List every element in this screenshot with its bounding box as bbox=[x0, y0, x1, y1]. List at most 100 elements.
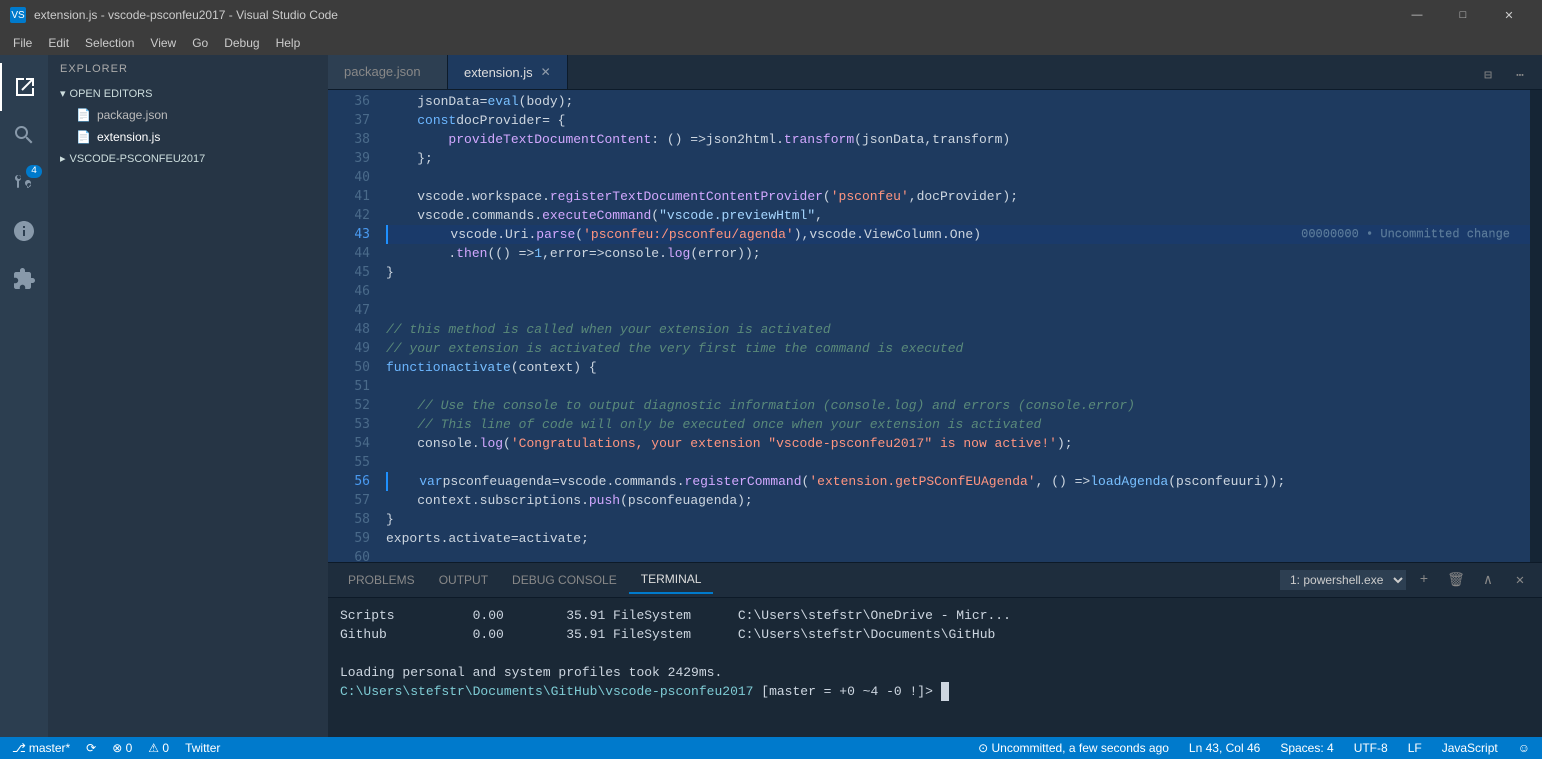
code-editor[interactable]: 36 37 38 39 40 41 42 43 44 45 46 47 48 4… bbox=[328, 90, 1542, 562]
activity-bar: 4 bbox=[0, 55, 48, 737]
tab-terminal[interactable]: TERMINAL bbox=[629, 566, 714, 594]
sidebar-item-label: extension.js bbox=[97, 130, 160, 144]
sidebar-item-extension-js[interactable]: 📄 extension.js bbox=[48, 126, 328, 148]
status-right: ⊙ Uncommitted, a few seconds ago Ln 43, … bbox=[974, 737, 1534, 759]
open-editors-header[interactable]: ▾ OPEN EDITORS bbox=[48, 83, 328, 104]
menu-help[interactable]: Help bbox=[268, 30, 309, 55]
terminal-line-1: Scripts 0.00 35.91 FileSystem C:\Users\s… bbox=[340, 606, 1530, 625]
terminal-select[interactable]: 1: powershell.exe bbox=[1280, 570, 1406, 590]
line-numbers: 36 37 38 39 40 41 42 43 44 45 46 47 48 4… bbox=[328, 90, 378, 562]
tab-label: extension.js bbox=[464, 65, 533, 80]
sync-status[interactable]: ⟳ bbox=[82, 737, 100, 759]
line-num-47: 47 bbox=[328, 301, 370, 320]
line-num-51: 51 bbox=[328, 377, 370, 396]
explorer-icon[interactable] bbox=[0, 63, 48, 111]
encoding-status[interactable]: UTF-8 bbox=[1350, 737, 1392, 759]
window-controls[interactable]: — □ ✕ bbox=[1394, 0, 1532, 30]
menu-file[interactable]: File bbox=[5, 30, 40, 55]
line-ending-label: LF bbox=[1408, 741, 1422, 755]
debug-icon[interactable] bbox=[0, 207, 48, 255]
menu-edit[interactable]: Edit bbox=[40, 30, 77, 55]
code-line-44: .then(() => 1, error => console.log(erro… bbox=[386, 244, 1530, 263]
close-button[interactable]: ✕ bbox=[1486, 0, 1532, 30]
status-left: ⎇ master* ⟳ ⊗ 0 ⚠ 0 Twitter bbox=[8, 737, 224, 759]
menu-view[interactable]: View bbox=[142, 30, 184, 55]
line-num-46: 46 bbox=[328, 282, 370, 301]
editor-area: package.json extension.js ✕ ⊟ ⋯ 36 37 38… bbox=[328, 55, 1542, 737]
menu-bar: File Edit Selection View Go Debug Help bbox=[0, 30, 1542, 55]
vscode-icon: VS bbox=[10, 7, 26, 23]
line-num-40: 40 bbox=[328, 168, 370, 187]
split-editor-button[interactable]: ⊟ bbox=[1474, 61, 1502, 89]
uncommitted-label: ⊙ Uncommitted, a few seconds ago bbox=[978, 741, 1169, 755]
maximize-button[interactable]: □ bbox=[1440, 0, 1486, 30]
maximize-panel-button[interactable]: ∧ bbox=[1474, 566, 1502, 594]
tab-extension-js[interactable]: extension.js ✕ bbox=[448, 55, 568, 89]
file-icon: 📄 bbox=[76, 108, 91, 122]
sidebar: EXPLORER ▾ OPEN EDITORS 📄 package.json 📄… bbox=[48, 55, 328, 737]
twitter-status[interactable]: Twitter bbox=[181, 737, 224, 759]
source-control-icon[interactable]: 4 bbox=[0, 159, 48, 207]
tab-debug-console[interactable]: DEBUG CONSOLE bbox=[500, 567, 629, 593]
project-section: ▸ VSCODE-PSCONFEU2017 bbox=[48, 148, 328, 169]
face-status[interactable]: ☺ bbox=[1514, 737, 1534, 759]
code-content[interactable]: jsonData = eval(body); const docProvider… bbox=[378, 90, 1530, 562]
line-num-50: 50 bbox=[328, 358, 370, 377]
code-line-56: var psconfeuagenda = vscode.commands.reg… bbox=[386, 472, 1530, 491]
code-line-59: exports.activate = activate; bbox=[386, 529, 1530, 548]
minimize-button[interactable]: — bbox=[1394, 0, 1440, 30]
tab-output[interactable]: OUTPUT bbox=[427, 567, 500, 593]
line-num-58: 58 bbox=[328, 510, 370, 529]
line-num-54: 54 bbox=[328, 434, 370, 453]
tab-actions: ⊟ ⋯ bbox=[1466, 61, 1542, 89]
extensions-icon[interactable] bbox=[0, 255, 48, 303]
position-status[interactable]: Ln 43, Col 46 bbox=[1185, 737, 1264, 759]
line-num-56: 56 bbox=[328, 472, 370, 491]
code-line-55 bbox=[386, 453, 1530, 472]
code-line-48: // this method is called when your exten… bbox=[386, 320, 1530, 339]
code-line-38: provideTextDocumentContent: () => json2h… bbox=[386, 130, 1530, 149]
line-num-38: 38 bbox=[328, 130, 370, 149]
add-terminal-button[interactable]: + bbox=[1410, 566, 1438, 594]
errors-status[interactable]: ⊗ 0 bbox=[108, 737, 136, 759]
sidebar-item-package-json[interactable]: 📄 package.json bbox=[48, 104, 328, 126]
line-num-45: 45 bbox=[328, 263, 370, 282]
spaces-label: Spaces: 4 bbox=[1280, 741, 1333, 755]
tab-package-json[interactable]: package.json bbox=[328, 55, 448, 89]
tab-problems[interactable]: PROBLEMS bbox=[336, 567, 427, 593]
sync-icon: ⟳ bbox=[86, 741, 96, 755]
spaces-status[interactable]: Spaces: 4 bbox=[1276, 737, 1337, 759]
terminal-cursor bbox=[941, 682, 949, 701]
menu-go[interactable]: Go bbox=[184, 30, 216, 55]
search-icon[interactable] bbox=[0, 111, 48, 159]
kill-terminal-button[interactable]: 🗑 bbox=[1442, 566, 1470, 594]
title-left: VS extension.js - vscode-psconfeu2017 - … bbox=[10, 7, 338, 23]
language-label: JavaScript bbox=[1442, 741, 1498, 755]
menu-debug[interactable]: Debug bbox=[216, 30, 267, 55]
terminal-content[interactable]: Scripts 0.00 35.91 FileSystem C:\Users\s… bbox=[328, 598, 1542, 737]
terminal-line-5: C:\Users\stefstr\Documents\GitHub\vscode… bbox=[340, 682, 1530, 701]
uncommitted-status[interactable]: ⊙ Uncommitted, a few seconds ago bbox=[974, 737, 1173, 759]
project-section-header[interactable]: ▸ VSCODE-PSCONFEU2017 bbox=[48, 148, 328, 169]
line-ending-status[interactable]: LF bbox=[1404, 737, 1426, 759]
code-line-54: console.log('Congratulations, your exten… bbox=[386, 434, 1530, 453]
more-actions-button[interactable]: ⋯ bbox=[1506, 61, 1534, 89]
line-num-55: 55 bbox=[328, 453, 370, 472]
code-line-42: vscode.commands.executeCommand("vscode.p… bbox=[386, 206, 1530, 225]
tab-label: package.json bbox=[344, 64, 421, 79]
panel-tabs: PROBLEMS OUTPUT DEBUG CONSOLE TERMINAL 1… bbox=[328, 563, 1542, 598]
close-panel-button[interactable]: ✕ bbox=[1506, 566, 1534, 594]
language-status[interactable]: JavaScript bbox=[1438, 737, 1502, 759]
warnings-status[interactable]: ⚠ 0 bbox=[144, 737, 173, 759]
line-num-43: 43 bbox=[328, 225, 370, 244]
encoding-label: UTF-8 bbox=[1354, 741, 1388, 755]
window-title: extension.js - vscode-psconfeu2017 - Vis… bbox=[34, 8, 338, 22]
position-label: Ln 43, Col 46 bbox=[1189, 741, 1260, 755]
terminal-line-3 bbox=[340, 644, 1530, 663]
tab-close-button[interactable]: ✕ bbox=[541, 65, 551, 79]
branch-status[interactable]: ⎇ master* bbox=[8, 737, 74, 759]
face-icon: ☺ bbox=[1518, 741, 1530, 755]
chevron-down-icon: ▾ bbox=[60, 87, 66, 100]
code-line-50: function activate(context) { bbox=[386, 358, 1530, 377]
menu-selection[interactable]: Selection bbox=[77, 30, 142, 55]
